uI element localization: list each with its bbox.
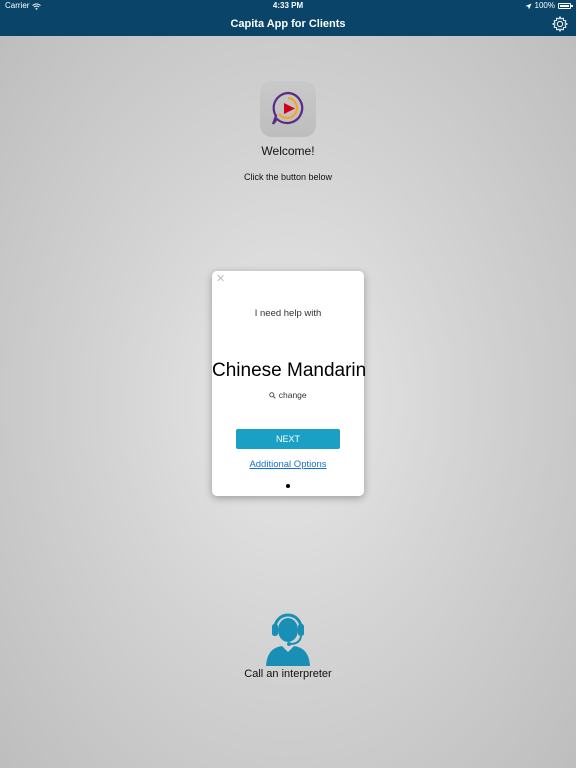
page-indicator-dot (286, 484, 290, 488)
status-right-group: 100% (525, 1, 573, 11)
instruction-text: Click the button below (243, 172, 333, 182)
close-icon[interactable]: ✕ (216, 272, 225, 286)
change-label: change (278, 390, 307, 400)
next-button[interactable]: NEXT (236, 429, 340, 449)
welcome-heading: Welcome! (261, 144, 315, 158)
additional-options-link[interactable]: Additional Options (212, 459, 364, 470)
help-prompt: I need help with (254, 308, 322, 319)
change-language-link[interactable]: change (212, 390, 364, 400)
status-time: 4:33 PM (272, 1, 304, 10)
app-logo (260, 81, 316, 137)
battery-icon (558, 3, 573, 9)
headset-person-icon[interactable] (258, 606, 318, 666)
location-arrow-icon (525, 3, 532, 9)
language-card: ✕ I need help with Chinese Mandarin chan… (212, 271, 367, 496)
call-interpreter-label: Call an interpreter (244, 668, 332, 680)
gear-icon[interactable] (551, 15, 569, 33)
search-icon (269, 392, 277, 399)
chat-play-logo-icon (271, 91, 304, 125)
battery-percent: 100% (534, 1, 555, 10)
app-title: Capita App for Clients (230, 18, 346, 30)
top-bar: Carrier 4:33 PM 100% Capita App for Clie… (0, 0, 576, 36)
battery-fill (560, 5, 569, 7)
selected-language: Chinese Mandarin (212, 360, 367, 381)
